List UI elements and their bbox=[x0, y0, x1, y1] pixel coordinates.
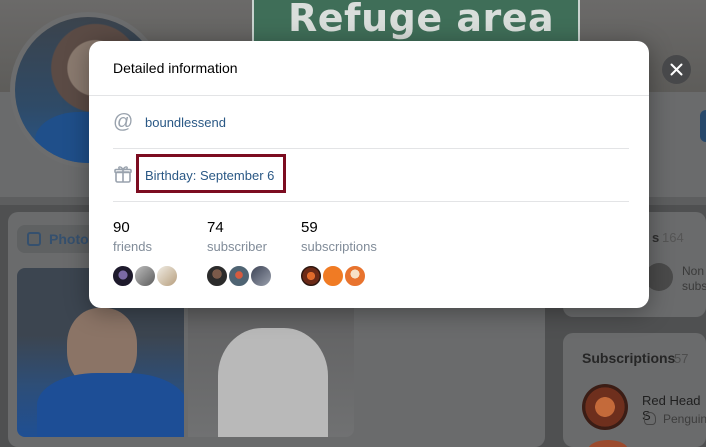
subscriptions-label: subscriptions bbox=[301, 239, 377, 254]
avatar[interactable] bbox=[249, 264, 273, 288]
subscriptions-stat[interactable]: 59 subscriptions bbox=[301, 219, 377, 254]
side-block-count: 164 bbox=[662, 230, 684, 245]
avatar[interactable] bbox=[205, 264, 229, 288]
close-button[interactable] bbox=[662, 55, 691, 84]
friends-stat[interactable]: 90 friends bbox=[113, 219, 152, 254]
penguin-icon bbox=[644, 412, 656, 425]
side-block-label: s bbox=[652, 230, 660, 245]
cover-sign-text: Refuge area bbox=[288, 0, 555, 40]
divider bbox=[113, 148, 629, 149]
avatar[interactable] bbox=[299, 264, 323, 288]
photos-tab[interactable]: Photo bbox=[17, 225, 97, 253]
highlight-annotation bbox=[136, 154, 286, 193]
image-icon bbox=[27, 232, 41, 246]
avatar[interactable] bbox=[321, 264, 345, 288]
side-block-text: Non subs bbox=[682, 264, 706, 294]
subscribers-stat[interactable]: 74 subscriber bbox=[207, 219, 267, 254]
subscription-description: Penguin bbox=[663, 412, 706, 426]
avatar[interactable] bbox=[227, 264, 251, 288]
at-sign-icon: @ bbox=[113, 111, 134, 133]
avatar[interactable] bbox=[111, 264, 135, 288]
gift-icon bbox=[114, 166, 132, 183]
photos-tab-label: Photo bbox=[49, 231, 89, 247]
divider bbox=[89, 95, 649, 96]
subscribers-label: subscriber bbox=[207, 239, 267, 254]
avatar[interactable] bbox=[343, 264, 367, 288]
subscriptions-avatars[interactable] bbox=[299, 264, 371, 288]
friends-count: 90 bbox=[113, 219, 130, 236]
username-link[interactable]: boundlessend bbox=[145, 115, 226, 130]
side-block-text-line: Non bbox=[682, 264, 705, 278]
avatar[interactable] bbox=[645, 263, 673, 291]
cover-sign: Refuge area bbox=[252, 0, 580, 44]
subscribers-count: 74 bbox=[207, 219, 224, 236]
friends-label: friends bbox=[113, 239, 153, 254]
subscriptions-count: 59 bbox=[301, 219, 318, 236]
side-block-text-line: subs bbox=[682, 279, 706, 293]
modal-title: Detailed information bbox=[113, 60, 238, 76]
subscribers-avatars[interactable] bbox=[205, 264, 277, 288]
message-button[interactable] bbox=[700, 110, 706, 142]
close-icon bbox=[670, 63, 683, 76]
subscription-avatar[interactable] bbox=[582, 384, 628, 430]
avatar[interactable] bbox=[155, 264, 179, 288]
divider bbox=[113, 201, 629, 202]
subscriptions-count: 57 bbox=[674, 351, 689, 366]
friends-avatars[interactable] bbox=[111, 264, 183, 288]
avatar[interactable] bbox=[133, 264, 157, 288]
subscriptions-title[interactable]: Subscriptions bbox=[582, 350, 675, 366]
detailed-information-modal: Detailed information @ boundlessend Birt… bbox=[89, 41, 649, 308]
